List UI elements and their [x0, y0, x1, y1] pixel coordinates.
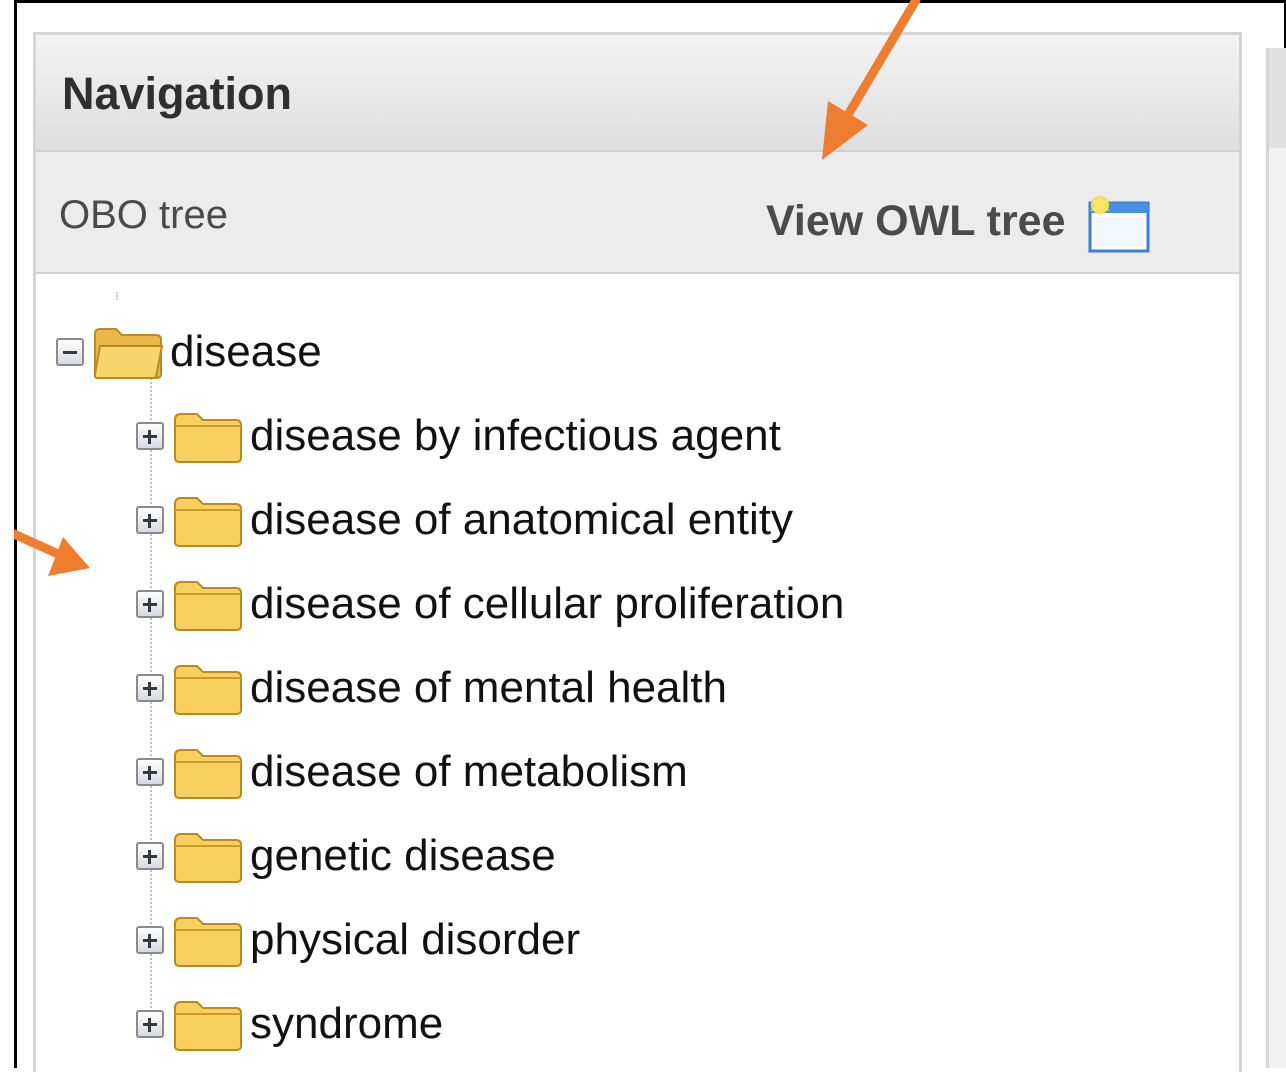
tree-node-label[interactable]: disease of metabolism	[250, 750, 688, 794]
tree-node[interactable]: disease of metabolism	[136, 736, 688, 808]
tree-node[interactable]: disease of anatomical entity	[136, 484, 793, 556]
folder-icon	[174, 413, 242, 463]
expand-toggle-icon[interactable]	[136, 926, 164, 954]
expand-toggle-icon[interactable]	[136, 674, 164, 702]
expand-toggle-icon[interactable]	[136, 1010, 164, 1038]
navigation-panel: Navigation OBO tree View OWL tree diseas…	[33, 32, 1242, 1072]
tree-node[interactable]: physical disorder	[136, 904, 580, 976]
navigation-title: Navigation	[62, 68, 293, 119]
open-folder-icon	[93, 328, 164, 379]
tree-node-root[interactable]: disease	[56, 316, 322, 388]
tree-node[interactable]: disease of cellular proliferation	[136, 568, 844, 640]
folder-icon	[174, 665, 242, 715]
folder-icon	[174, 581, 242, 631]
tree-node[interactable]: syndrome	[136, 988, 443, 1060]
tree-toolbar: OBO tree View OWL tree	[36, 152, 1239, 274]
tree-node-label[interactable]: syndrome	[250, 1002, 443, 1046]
expand-toggle-icon[interactable]	[136, 758, 164, 786]
tree-guide-line	[116, 292, 118, 300]
folder-icon	[174, 497, 242, 547]
view-owl-tree-label: View OWL tree	[766, 196, 1066, 245]
tree-node[interactable]: disease of mental health	[136, 652, 727, 724]
collapse-toggle-icon[interactable]	[56, 338, 84, 366]
tree-node-label[interactable]: disease	[170, 330, 322, 374]
tree-node-label[interactable]: disease of anatomical entity	[250, 498, 793, 542]
obo-tree: disease disease by infectious agent dise…	[36, 274, 1239, 1074]
expand-toggle-icon[interactable]	[136, 422, 164, 450]
expand-toggle-icon[interactable]	[136, 506, 164, 534]
folder-icon	[174, 833, 242, 883]
expand-toggle-icon[interactable]	[136, 590, 164, 618]
folder-icon	[174, 749, 242, 799]
tree-node-label[interactable]: physical disorder	[250, 918, 580, 962]
navigation-header: Navigation	[36, 35, 1239, 152]
obo-tree-label: OBO tree	[59, 193, 228, 237]
tree-node[interactable]: disease by infectious agent	[136, 400, 781, 472]
view-owl-tree-link[interactable]: View OWL tree	[766, 189, 1154, 253]
folder-icon	[174, 917, 242, 967]
new-window-icon	[1088, 193, 1150, 253]
adjacent-panel-edge	[1266, 48, 1286, 1068]
expand-toggle-icon[interactable]	[136, 842, 164, 870]
tree-node-label[interactable]: genetic disease	[250, 834, 556, 878]
folder-icon	[174, 1001, 242, 1051]
tree-node[interactable]: genetic disease	[136, 820, 556, 892]
tree-node-label[interactable]: disease of cellular proliferation	[250, 582, 844, 626]
tree-node-label[interactable]: disease of mental health	[250, 666, 727, 710]
tree-node-label[interactable]: disease by infectious agent	[250, 414, 781, 458]
